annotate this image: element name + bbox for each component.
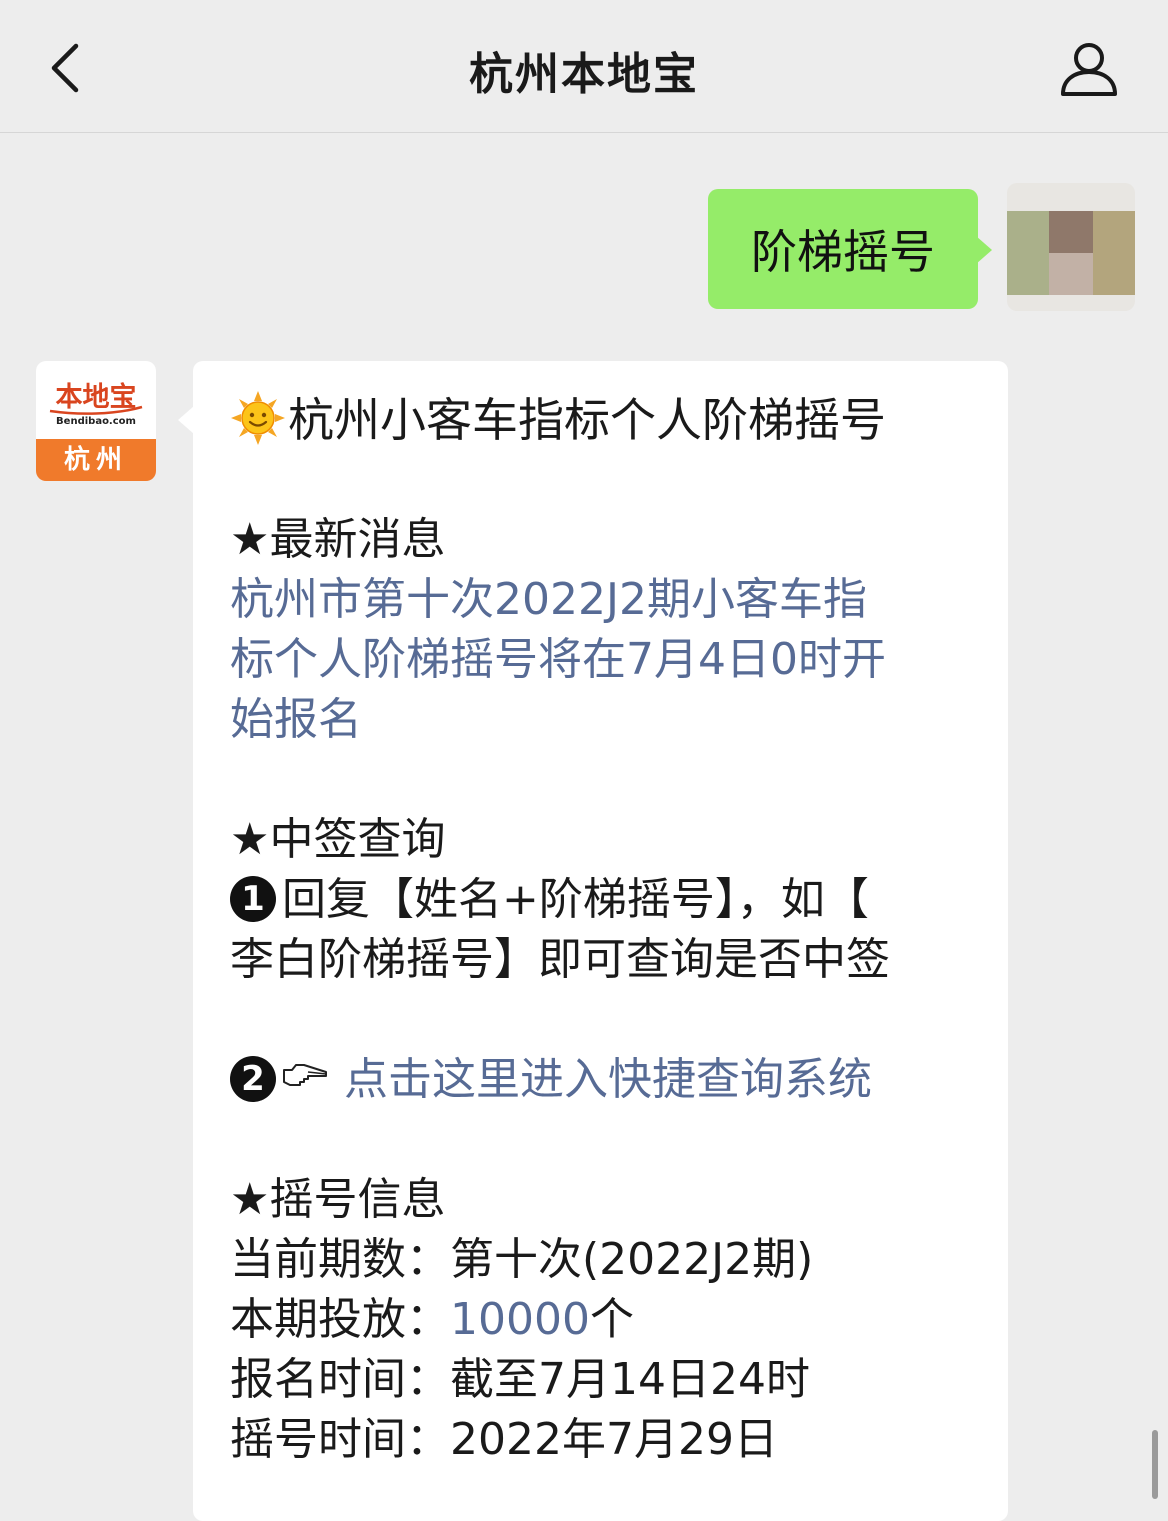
nav-bar: 杭州本地宝 xyxy=(0,0,1168,133)
info-period-label: 当前期数： xyxy=(230,1234,450,1285)
step-1-text-1: 回复【姓名+阶梯摇号】，如【 xyxy=(282,874,869,925)
info-quota-value[interactable]: 10000 xyxy=(450,1294,590,1345)
step-2-number-icon: 2 xyxy=(230,1056,276,1102)
step-1-line-1: 1 回复【姓名+阶梯摇号】，如【 xyxy=(230,870,990,930)
page-title: 杭州本地宝 xyxy=(469,49,699,100)
message-title-line: 杭州小客车指标个人阶梯摇号 xyxy=(230,390,990,450)
scrollbar[interactable] xyxy=(1152,1430,1158,1499)
info-quota-label: 本期投放： xyxy=(230,1294,450,1345)
info-draw-label: 摇号时间： xyxy=(230,1414,450,1465)
info-period-value: 第十次(2022J2期) xyxy=(450,1234,814,1285)
section-news-heading: ★最新消息 xyxy=(230,514,446,565)
info-signup-label: 报名时间： xyxy=(230,1354,450,1405)
section-query-heading: ★中签查询 xyxy=(230,814,446,865)
sun-icon xyxy=(231,391,285,445)
logo-swoosh-icon xyxy=(49,405,143,415)
outgoing-bubble-tail xyxy=(976,236,992,264)
quick-query-link[interactable]: 点击这里进入快捷查询系统 xyxy=(344,1054,872,1105)
info-draw-value: 2022年7月29日 xyxy=(450,1414,778,1465)
info-draw-row: 摇号时间：2022年7月29日 xyxy=(230,1410,990,1470)
outgoing-message-bubble[interactable]: 阶梯摇号 xyxy=(708,189,978,309)
info-signup-value: 截至7月14日24时 xyxy=(450,1354,810,1405)
news-link-line-2[interactable]: 标个人阶梯摇号将在7月4日0时开 xyxy=(230,630,990,690)
user-avatar[interactable] xyxy=(1007,183,1135,311)
avatar-logo-url: Bendibao.com xyxy=(56,416,136,427)
info-signup-row: 报名时间：截至7月14日24时 xyxy=(230,1350,990,1410)
profile-icon[interactable] xyxy=(1058,40,1120,98)
step-2-line: 2 点击这里进入快捷查询系统 xyxy=(230,1050,990,1110)
bot-avatar[interactable]: 本地宝 Bendibao.com 杭州 xyxy=(36,361,156,481)
info-quota-unit: 个 xyxy=(589,1294,634,1345)
incoming-bubble-tail xyxy=(178,406,194,434)
news-link-line-3[interactable]: 始报名 xyxy=(230,690,990,750)
step-1-number-icon: 1 xyxy=(230,876,276,922)
step-1-line-2: 李白阶梯摇号】即可查询是否中签 xyxy=(230,934,890,985)
section-info-heading: ★摇号信息 xyxy=(230,1174,446,1225)
outgoing-message-text: 阶梯摇号 xyxy=(751,225,935,279)
avatar-logo-city: 杭州 xyxy=(36,439,156,481)
info-period-row: 当前期数：第十次(2022J2期) xyxy=(230,1230,990,1290)
pointing-hand-icon xyxy=(283,1064,327,1086)
news-link-line-1[interactable]: 杭州市第十次2022J2期小客车指 xyxy=(230,570,990,630)
info-quota-row: 本期投放：10000个 xyxy=(230,1290,990,1350)
message-title: 杭州小客车指标个人阶梯摇号 xyxy=(288,393,886,447)
